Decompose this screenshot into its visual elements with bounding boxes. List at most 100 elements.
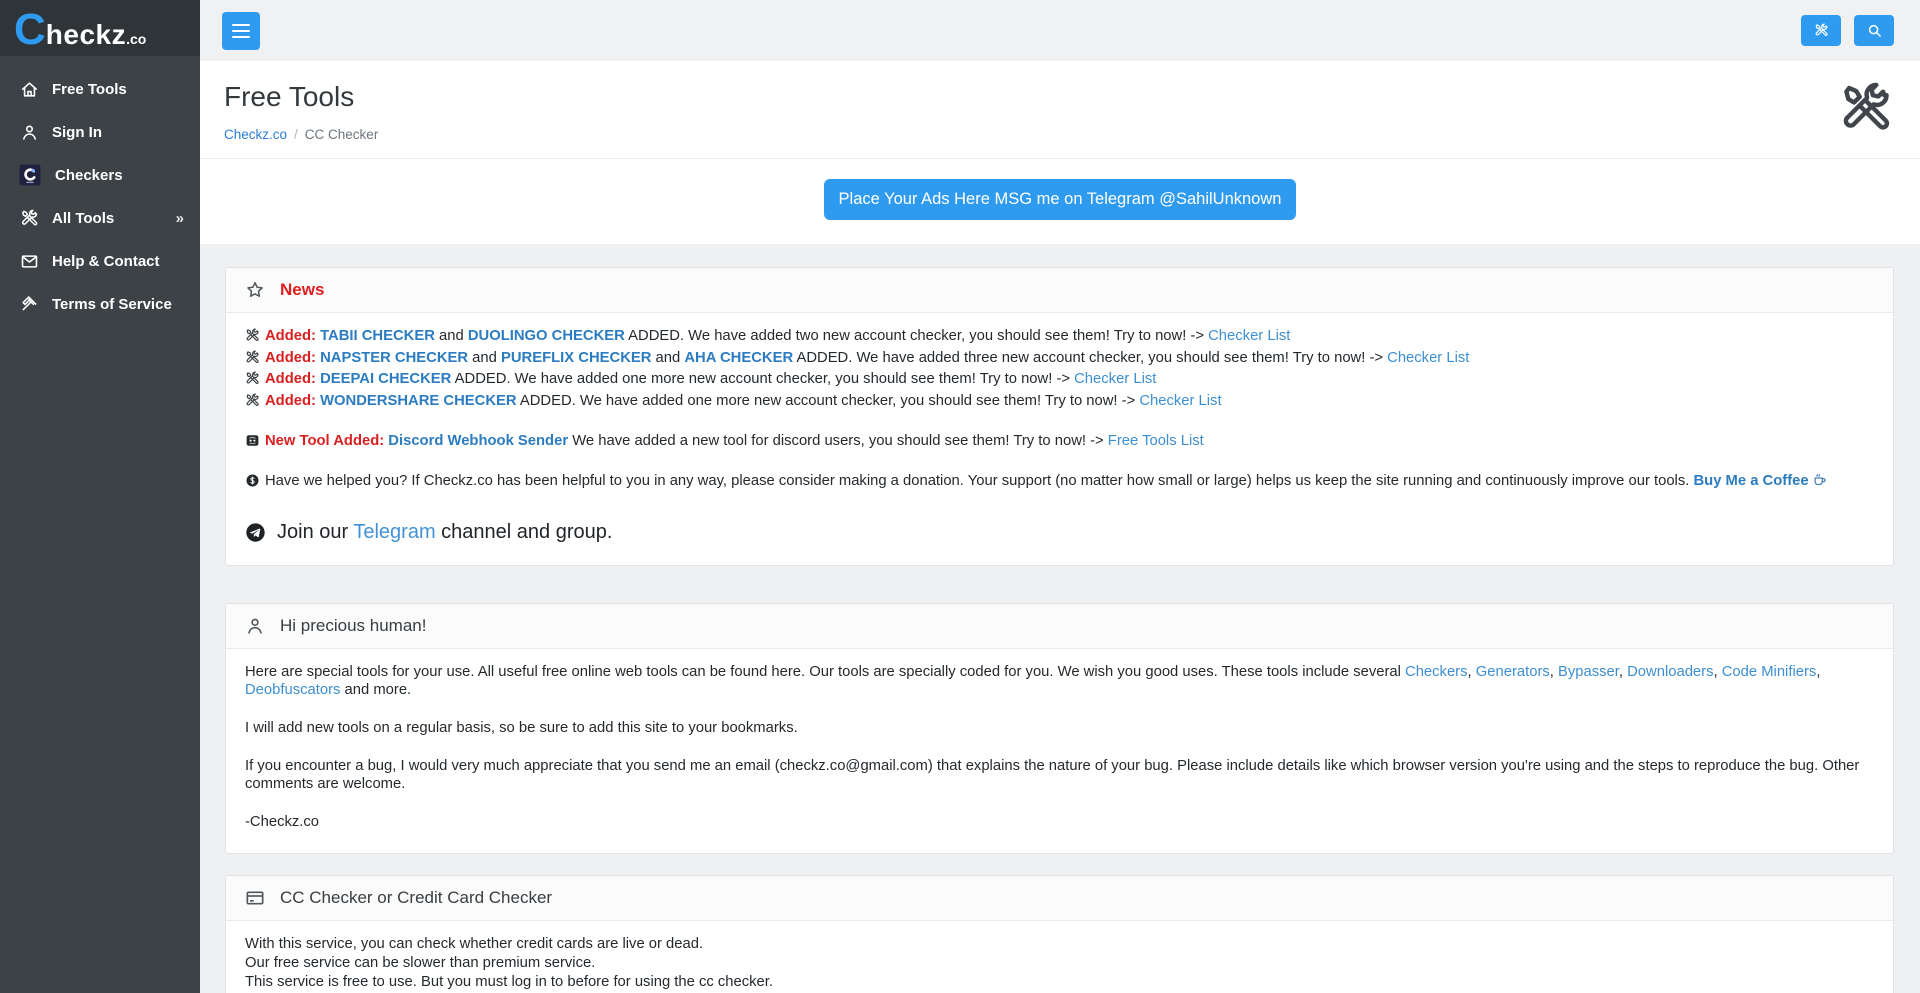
greeting-card: Hi precious human! Here are special tool…: [225, 603, 1894, 855]
sidebar-item-checkers[interactable]: Checkers: [0, 154, 200, 197]
house-icon: [20, 80, 39, 99]
news-list: Added: TABII CHECKER and DUOLINGO CHECKE…: [245, 327, 1874, 494]
place-ads-button[interactable]: Place Your Ads Here MSG me on Telegram @…: [824, 179, 1297, 220]
person-icon: [20, 123, 39, 142]
tools-icon: [1814, 23, 1829, 38]
text-segment: Added:: [265, 371, 320, 387]
link[interactable]: DEEPAI CHECKER: [320, 371, 451, 387]
text-segment: and more.: [340, 682, 411, 698]
sidebar-item-free-tools[interactable]: Free Tools: [0, 68, 200, 111]
sidebar-item-label: Free Tools: [52, 81, 127, 98]
tools-icon: [245, 328, 260, 349]
sidebar-item-terms[interactable]: Terms of Service: [0, 283, 200, 326]
page-header: Free Tools Checkz.co/CC Checker: [200, 61, 1920, 158]
text-segment: We have added a new tool for discord use…: [568, 433, 1108, 449]
text-segment: Join our: [277, 521, 353, 543]
hamburger-icon: [232, 24, 250, 26]
envelope-icon: [20, 252, 39, 271]
search-button[interactable]: [1854, 15, 1894, 46]
breadcrumb-current: CC Checker: [305, 127, 379, 142]
text-segment: and: [435, 328, 468, 344]
link[interactable]: Buy Me a Coffee: [1693, 473, 1808, 489]
news-title: News: [280, 280, 324, 300]
tools-icon: [20, 209, 39, 228]
spacer: [245, 454, 1874, 473]
link[interactable]: TABII CHECKER: [320, 328, 435, 344]
text-segment: Our free service can be slower than prem…: [245, 955, 595, 971]
brand-name: heckz: [46, 19, 126, 51]
link[interactable]: Deobfuscators: [245, 682, 340, 698]
news-item: Added: WONDERSHARE CHECKER ADDED. We hav…: [245, 392, 1874, 414]
sidebar-item-label: Help & Contact: [52, 253, 160, 270]
topbar-actions: [1801, 15, 1894, 46]
greeting-title: Hi precious human!: [280, 616, 426, 636]
link[interactable]: Bypasser: [1558, 664, 1619, 680]
gavel-icon: [20, 295, 39, 314]
link[interactable]: Free Tools List: [1108, 433, 1204, 449]
brand-tld: .co: [126, 31, 146, 47]
link[interactable]: Telegram: [353, 521, 435, 543]
link[interactable]: Generators: [1476, 664, 1550, 680]
text-segment: Added:: [265, 393, 320, 409]
breadcrumb-separator: /: [294, 127, 298, 142]
sidebar-item-all-tools[interactable]: All Tools »: [0, 197, 200, 240]
link[interactable]: PUREFLIX CHECKER: [501, 350, 651, 366]
news-item: Added: DEEPAI CHECKER ADDED. We have add…: [245, 370, 1874, 392]
link[interactable]: Downloaders: [1627, 664, 1713, 680]
link[interactable]: Code Minifiers: [1722, 664, 1817, 680]
checkers-logo-icon: [18, 163, 42, 187]
greeting-paragraph: I will add new tools on a regular basis,…: [245, 719, 1874, 738]
sidebar-item-label: Sign In: [52, 124, 102, 141]
credit-card-icon: [245, 888, 265, 908]
news-item: Have we helped you? If Checkz.co has bee…: [245, 472, 1874, 494]
text-segment: and: [468, 350, 501, 366]
topbar: [200, 0, 1920, 61]
text-segment: Have we helped you? If Checkz.co has bee…: [265, 473, 1693, 489]
person-icon: [245, 616, 265, 636]
text-segment: ,: [1619, 664, 1627, 680]
text-segment: and: [651, 350, 684, 366]
breadcrumb-home-link[interactable]: Checkz.co: [224, 127, 287, 142]
sidebar-item-sign-in[interactable]: Sign In: [0, 111, 200, 154]
link[interactable]: Checker List: [1208, 328, 1290, 344]
text-segment: New Tool Added:: [265, 433, 388, 449]
breadcrumb: Checkz.co / CC Checker: [224, 127, 1892, 142]
text-segment: This service is free to use. But you mus…: [245, 974, 773, 990]
text-segment: Added:: [265, 328, 320, 344]
text-segment: ADDED. We have added one more new accoun…: [517, 393, 1140, 409]
sidebar: Checkz.co Free Tools Sign In Checkers Al…: [0, 0, 200, 993]
news-item: Added: NAPSTER CHECKER and PUREFLIX CHEC…: [245, 349, 1874, 371]
sidebar-toggle-button[interactable]: [222, 12, 260, 50]
news-card: News Added: TABII CHECKER and DUOLINGO C…: [225, 267, 1894, 566]
cc-checker-line: This service is free to use. But you mus…: [245, 973, 1874, 992]
coffee-icon: [1812, 472, 1828, 494]
cc-checker-card: CC Checker or Credit Card Checker With t…: [225, 875, 1894, 993]
sidebar-item-label: All Tools: [52, 210, 114, 227]
news-card-body: Added: TABII CHECKER and DUOLINGO CHECKE…: [226, 313, 1893, 565]
telegram-icon: [245, 522, 266, 543]
text-segment: ADDED. We have added three new account c…: [793, 350, 1387, 366]
tools-button[interactable]: [1801, 15, 1841, 46]
link[interactable]: AHA CHECKER: [684, 350, 793, 366]
greeting-paragraph: Here are special tools for your use. All…: [245, 663, 1874, 700]
chevron-right-icon: »: [176, 210, 184, 227]
text-segment: I will add new tools on a regular basis,…: [245, 720, 798, 736]
link[interactable]: Checker List: [1139, 393, 1221, 409]
link[interactable]: Checkers: [1405, 664, 1468, 680]
greeting-paragraph: If you encounter a bug, I would very muc…: [245, 757, 1874, 794]
text-segment: ,: [1816, 664, 1820, 680]
sidebar-item-help-contact[interactable]: Help & Contact: [0, 240, 200, 283]
brand-logo[interactable]: Checkz.co: [0, 0, 200, 56]
link[interactable]: Checker List: [1387, 350, 1469, 366]
tools-icon: [245, 393, 260, 414]
link[interactable]: DUOLINGO CHECKER: [468, 328, 625, 344]
link[interactable]: WONDERSHARE CHECKER: [320, 393, 516, 409]
brand-initial: C: [14, 6, 46, 54]
link[interactable]: Checker List: [1074, 371, 1156, 387]
text-segment: If you encounter a bug, I would very muc…: [245, 758, 1859, 793]
link[interactable]: NAPSTER CHECKER: [320, 350, 468, 366]
text-segment: With this service, you can check whether…: [245, 936, 703, 952]
app-window: Checkz.co Free Tools Sign In Checkers Al…: [0, 0, 1920, 993]
hamburger-icon: [232, 30, 250, 32]
link[interactable]: Discord Webhook Sender: [388, 433, 568, 449]
